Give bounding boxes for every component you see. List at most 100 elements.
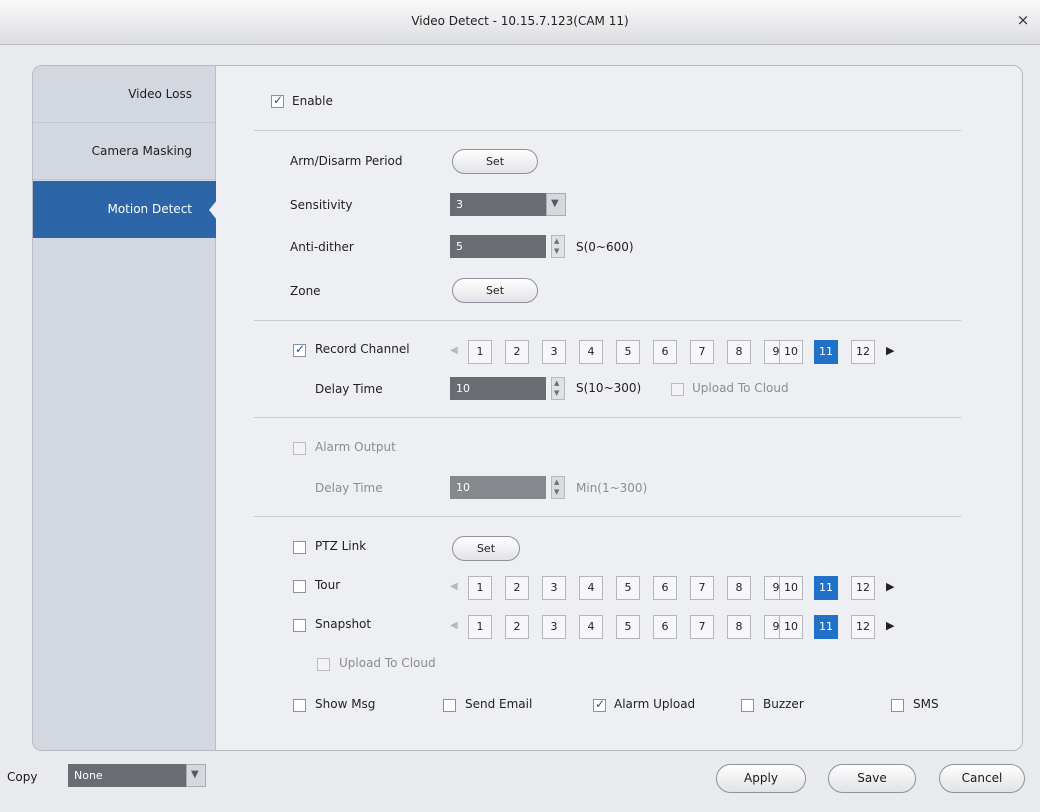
record-delay-range: S(10~300): [576, 381, 642, 395]
anti-dither-spinner-icon[interactable]: [551, 235, 565, 258]
channel-button[interactable]: 1: [468, 576, 492, 600]
channel-button-selected[interactable]: 11: [814, 615, 838, 639]
channel-button[interactable]: 6: [653, 615, 677, 639]
record-channel-selector: ◀ 1 2 3 4 5 6 7 8 9 10 11 12 ▶: [450, 340, 910, 364]
close-icon[interactable]: ×: [1014, 11, 1032, 29]
channel-button[interactable]: 12: [851, 340, 875, 364]
snapshot-channel-selector: ◀ 1 2 3 4 5 6 7 8 9 10 11 12 ▶: [450, 615, 910, 639]
send-email-checkbox[interactable]: [443, 699, 456, 712]
channel-button[interactable]: 10: [779, 340, 803, 364]
channel-button[interactable]: 1: [468, 340, 492, 364]
channel-button[interactable]: 5: [616, 615, 640, 639]
copy-select[interactable]: None: [68, 764, 186, 787]
next-arrow-icon[interactable]: ▶: [886, 344, 896, 357]
record-upload-cloud-checkbox[interactable]: [671, 383, 684, 396]
ptz-link-checkbox[interactable]: [293, 541, 306, 554]
buzzer-label: Buzzer: [763, 697, 804, 711]
cancel-button[interactable]: Cancel: [939, 764, 1025, 793]
show-msg-checkbox[interactable]: [293, 699, 306, 712]
channel-button[interactable]: 2: [505, 340, 529, 364]
channel-button[interactable]: 10: [779, 615, 803, 639]
ptz-link-set-button[interactable]: Set: [452, 536, 520, 561]
show-msg-label: Show Msg: [315, 697, 376, 711]
channel-button-selected[interactable]: 11: [814, 340, 838, 364]
channel-button[interactable]: 10: [779, 576, 803, 600]
channel-button[interactable]: 4: [579, 340, 603, 364]
record-channel-label: Record Channel: [315, 342, 410, 356]
record-upload-cloud-label: Upload To Cloud: [692, 381, 789, 395]
channel-button[interactable]: 4: [579, 615, 603, 639]
prev-arrow-icon[interactable]: ◀: [450, 345, 460, 356]
snapshot-checkbox[interactable]: [293, 619, 306, 632]
divider: [254, 417, 961, 418]
channel-button[interactable]: 5: [616, 576, 640, 600]
record-delay-spinner-icon[interactable]: [551, 377, 565, 400]
save-button[interactable]: Save: [828, 764, 916, 793]
buzzer-checkbox[interactable]: [741, 699, 754, 712]
copy-label: Copy: [7, 770, 38, 784]
alarm-delay-range: Min(1~300): [576, 481, 648, 495]
tour-channel-selector: ◀ 1 2 3 4 5 6 7 8 9 10 11 12 ▶: [450, 576, 910, 600]
channel-button[interactable]: 8: [727, 576, 751, 600]
enable-checkbox[interactable]: [271, 93, 284, 108]
next-arrow-icon[interactable]: ▶: [886, 580, 896, 593]
channel-button[interactable]: 3: [542, 576, 566, 600]
next-arrow-icon[interactable]: ▶: [886, 619, 896, 632]
channel-button[interactable]: 5: [616, 340, 640, 364]
channel-button[interactable]: 4: [579, 576, 603, 600]
channel-button[interactable]: 7: [690, 340, 714, 364]
channel-button[interactable]: 3: [542, 615, 566, 639]
channel-button[interactable]: 7: [690, 615, 714, 639]
copy-dropdown-icon[interactable]: [186, 764, 206, 787]
sms-label: SMS: [913, 697, 939, 711]
ptz-link-label: PTZ Link: [315, 539, 367, 553]
divider: [254, 516, 961, 517]
alarm-upload-label: Alarm Upload: [614, 697, 696, 711]
channel-button[interactable]: 12: [851, 576, 875, 600]
send-email-label: Send Email: [465, 697, 533, 711]
alarm-upload-checkbox[interactable]: [593, 697, 606, 712]
sensitivity-dropdown-icon[interactable]: [546, 193, 566, 216]
alarm-delay-input[interactable]: 10: [450, 476, 546, 499]
channel-button[interactable]: 7: [690, 576, 714, 600]
enable-label: Enable: [292, 94, 333, 108]
window-title: Video Detect - 10.15.7.123(CAM 11): [411, 14, 629, 28]
apply-button[interactable]: Apply: [716, 764, 806, 793]
snapshot-upload-cloud-label: Upload To Cloud: [339, 656, 436, 670]
sidebar-item-camera-masking[interactable]: Camera Masking: [33, 123, 216, 180]
channel-button[interactable]: 3: [542, 340, 566, 364]
channel-button[interactable]: 6: [653, 340, 677, 364]
zone-set-button[interactable]: Set: [452, 278, 538, 303]
record-channel-checkbox[interactable]: [293, 342, 306, 357]
sidebar: Video Loss Camera Masking Motion Detect: [33, 66, 217, 750]
channel-button[interactable]: 12: [851, 615, 875, 639]
snapshot-label: Snapshot: [315, 617, 372, 631]
channel-button[interactable]: 8: [727, 340, 751, 364]
prev-arrow-icon[interactable]: ◀: [450, 581, 460, 592]
channel-button[interactable]: 2: [505, 576, 529, 600]
channel-button[interactable]: 6: [653, 576, 677, 600]
sms-checkbox[interactable]: [891, 699, 904, 712]
sidebar-item-motion-detect[interactable]: Motion Detect: [33, 181, 217, 238]
alarm-delay-label: Delay Time: [315, 481, 383, 495]
sensitivity-select[interactable]: 3: [450, 193, 546, 216]
channel-button-selected[interactable]: 11: [814, 576, 838, 600]
sensitivity-label: Sensitivity: [290, 198, 353, 212]
alarm-output-checkbox[interactable]: [293, 442, 306, 455]
anti-dither-input[interactable]: 5: [450, 235, 546, 258]
tour-checkbox[interactable]: [293, 580, 306, 593]
alarm-delay-spinner-icon[interactable]: [551, 476, 565, 499]
sidebar-item-video-loss[interactable]: Video Loss: [33, 66, 216, 123]
prev-arrow-icon[interactable]: ◀: [450, 620, 460, 631]
title-bar: Video Detect - 10.15.7.123(CAM 11) ×: [0, 0, 1040, 45]
channel-button[interactable]: 1: [468, 615, 492, 639]
record-delay-label: Delay Time: [315, 382, 383, 396]
divider: [254, 130, 961, 131]
snapshot-upload-cloud-checkbox[interactable]: [317, 658, 330, 671]
divider: [254, 320, 961, 321]
arm-disarm-set-button[interactable]: Set: [452, 149, 538, 174]
record-delay-input[interactable]: 10: [450, 377, 546, 400]
channel-button[interactable]: 2: [505, 615, 529, 639]
anti-dither-range: S(0~600): [576, 240, 634, 254]
channel-button[interactable]: 8: [727, 615, 751, 639]
